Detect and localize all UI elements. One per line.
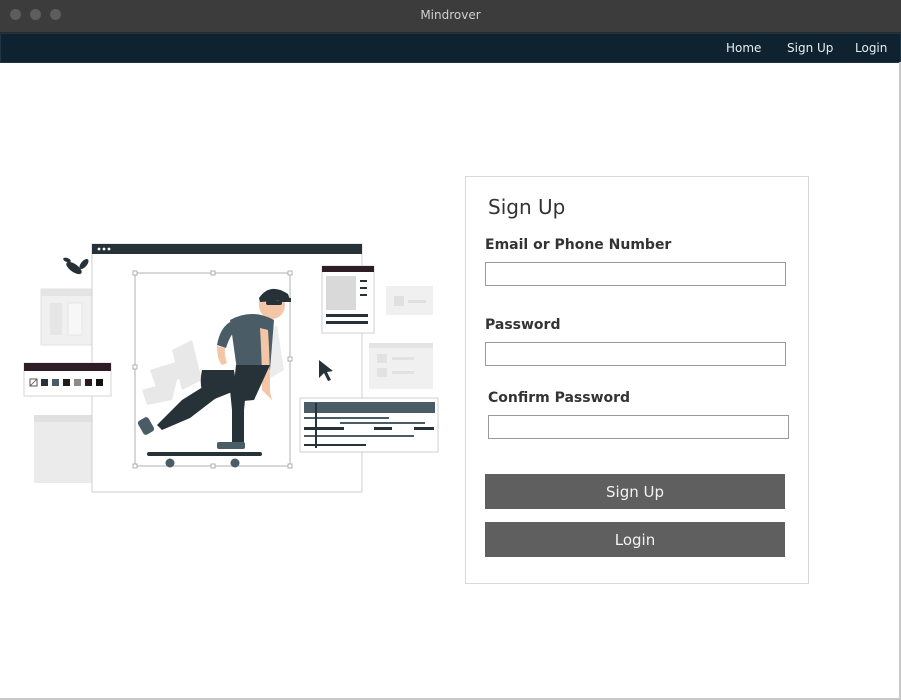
- confirm-password-label: Confirm Password: [488, 390, 631, 406]
- password-field[interactable]: [485, 342, 786, 366]
- leaf-decoration: [63, 257, 89, 275]
- faded-window-left-bottom: [34, 415, 96, 483]
- faded-window-right-mid: [369, 343, 433, 389]
- login-button[interactable]: Login: [485, 522, 785, 557]
- top-navbar: Home Sign Up Login: [0, 33, 901, 63]
- signup-button[interactable]: Sign Up: [485, 474, 785, 509]
- timeline-widget: [299, 397, 439, 453]
- email-field[interactable]: [485, 262, 786, 286]
- nav-login-link[interactable]: Login: [855, 41, 887, 55]
- color-palette-widget: [23, 362, 112, 397]
- window-title: Mindrover: [420, 8, 481, 22]
- window-titlebar: Mindrover: [0, 0, 901, 33]
- password-label: Password: [485, 317, 561, 333]
- faded-window-left-top: [40, 288, 96, 346]
- nav-signup-link[interactable]: Sign Up: [787, 41, 833, 55]
- skateboarder-illustration: [23, 243, 439, 493]
- signup-form-card: Sign Up Email or Phone Number Password C…: [465, 176, 809, 584]
- form-title: Sign Up: [488, 195, 566, 219]
- faded-window-right-top: [386, 286, 433, 315]
- nav-home-link[interactable]: Home: [726, 41, 761, 55]
- layout-thumbnail-window: [321, 265, 375, 334]
- email-label: Email or Phone Number: [485, 237, 672, 253]
- confirm-password-field[interactable]: [488, 415, 789, 439]
